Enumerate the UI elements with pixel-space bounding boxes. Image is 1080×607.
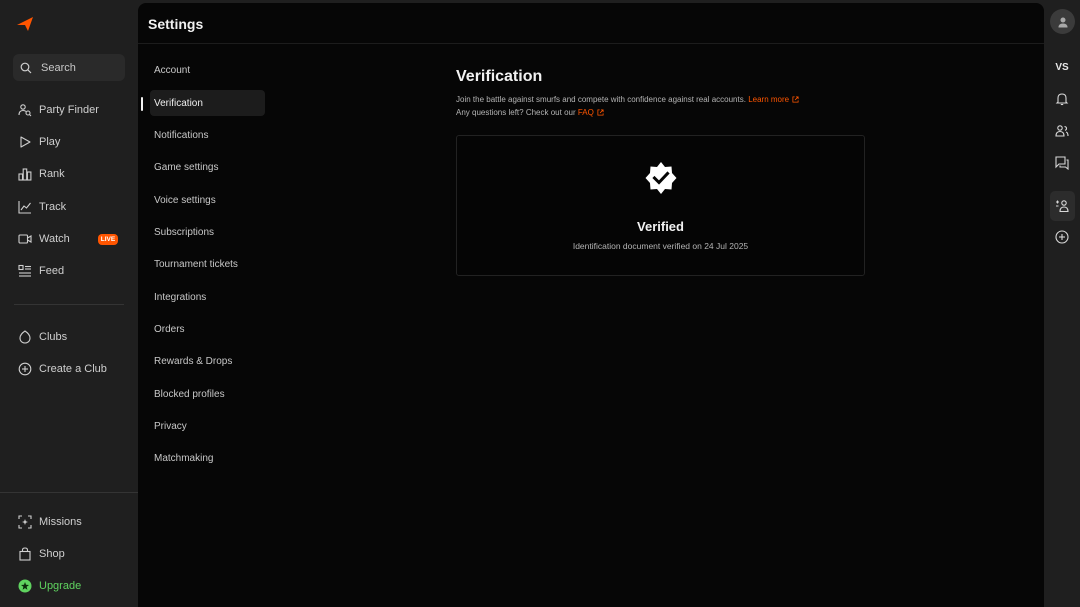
page-title: Settings: [148, 16, 204, 32]
nav-watch[interactable]: Watch: [18, 230, 70, 248]
nav-label: Feed: [39, 265, 65, 277]
main-header: Settings: [138, 3, 1044, 44]
missions-icon: [18, 515, 32, 529]
section-description: Join the battle against smurfs and compe…: [456, 95, 799, 104]
nav-track[interactable]: Track: [18, 198, 66, 216]
play-icon: [20, 136, 31, 148]
nav-upgrade[interactable]: Upgrade: [18, 577, 81, 595]
learn-more-link[interactable]: Learn more: [748, 95, 799, 104]
external-link-icon: [597, 109, 604, 116]
live-badge: LIVE: [98, 234, 118, 245]
settings-item-voice-settings[interactable]: Voice settings: [150, 187, 265, 213]
nav-label: Watch: [39, 233, 70, 245]
nav-feed[interactable]: Feed: [18, 262, 64, 280]
settings-item-tournament-tickets[interactable]: Tournament tickets: [150, 251, 265, 277]
clubs-icon: [19, 330, 31, 344]
plus-circle-icon: [1055, 230, 1069, 244]
nav-play[interactable]: Play: [18, 133, 60, 151]
settings-item-subscriptions[interactable]: Subscriptions: [150, 219, 265, 245]
faq-line: Any questions left? Check out our FAQ: [456, 108, 604, 117]
nav-label: Create a Club: [39, 363, 107, 375]
nav-label: Missions: [39, 516, 82, 528]
main-panel: Settings Account Verification Notificati…: [138, 3, 1044, 607]
settings-item-orders[interactable]: Orders: [150, 316, 265, 342]
bell-icon: [1055, 93, 1069, 106]
nav-bottom-divider: [0, 492, 138, 493]
nav-clubs[interactable]: Clubs: [18, 328, 67, 346]
settings-item-blocked-profiles[interactable]: Blocked profiles: [150, 381, 265, 407]
faceit-logo-icon[interactable]: [16, 15, 34, 33]
nav-create-club[interactable]: Create a Club: [18, 360, 107, 378]
feed-icon: [18, 264, 31, 277]
settings-item-account[interactable]: Account: [150, 57, 265, 83]
settings-item-game-settings[interactable]: Game settings: [150, 154, 265, 180]
avatar[interactable]: [1050, 9, 1075, 34]
search-icon: [20, 62, 32, 73]
settings-item-notifications[interactable]: Notifications: [150, 122, 265, 148]
nav-label: Shop: [39, 548, 65, 560]
notifications-button[interactable]: [1053, 90, 1071, 108]
party-button[interactable]: [1053, 197, 1071, 215]
track-icon: [18, 201, 31, 214]
party-icon: [1056, 200, 1069, 213]
nav-divider: [14, 304, 124, 305]
verified-subtitle: Identification document verified on 24 J…: [572, 241, 749, 251]
verified-badge-icon: [645, 162, 677, 194]
nav-missions[interactable]: Missions: [18, 513, 82, 531]
chat-icon: [1055, 156, 1069, 170]
external-link-icon: [792, 96, 799, 103]
search-button[interactable]: Search: [13, 54, 125, 81]
party-finder-icon: [18, 104, 32, 117]
nav-label: Clubs: [39, 331, 68, 343]
left-sidebar: Search Party Finder Play Rank Track Watc…: [0, 0, 138, 607]
settings-item-matchmaking[interactable]: Matchmaking: [150, 445, 265, 471]
description-text: Join the battle against smurfs and compe…: [456, 95, 746, 104]
search-label: Search: [41, 61, 76, 74]
nav-label: Track: [39, 201, 67, 213]
verified-title: Verified: [637, 219, 684, 234]
user-avatar-icon: [1058, 17, 1067, 27]
friends-icon: [1055, 125, 1069, 137]
nav-label: Rank: [39, 168, 65, 180]
rank-icon: [18, 168, 32, 181]
plus-circle-icon: [18, 362, 32, 376]
vs-label: VS: [1055, 61, 1069, 73]
faq-link[interactable]: FAQ: [578, 108, 604, 117]
settings-item-integrations[interactable]: Integrations: [150, 284, 265, 310]
watch-icon: [18, 234, 32, 244]
nav-label: Play: [39, 136, 61, 148]
verification-card: Verified Identification document verifie…: [456, 135, 865, 276]
nav-rank[interactable]: Rank: [18, 165, 65, 183]
nav-label: Party Finder: [39, 104, 99, 116]
chat-button[interactable]: [1053, 154, 1071, 172]
settings-item-rewards-drops[interactable]: Rewards & Drops: [150, 348, 265, 374]
settings-item-verification[interactable]: Verification: [150, 90, 265, 116]
vs-button[interactable]: VS: [1053, 58, 1071, 76]
right-rail: VS: [1045, 0, 1080, 607]
upgrade-icon: [18, 579, 32, 593]
section-title: Verification: [456, 68, 543, 85]
active-indicator: [141, 97, 143, 111]
shop-icon: [19, 547, 31, 561]
friends-button[interactable]: [1053, 122, 1071, 140]
nav-party-finder[interactable]: Party Finder: [18, 101, 99, 119]
nav-label: Upgrade: [39, 580, 82, 592]
questions-text: Any questions left? Check out our: [456, 108, 576, 117]
add-button[interactable]: [1053, 228, 1071, 246]
nav-shop[interactable]: Shop: [18, 545, 65, 563]
settings-item-privacy[interactable]: Privacy: [150, 413, 265, 439]
